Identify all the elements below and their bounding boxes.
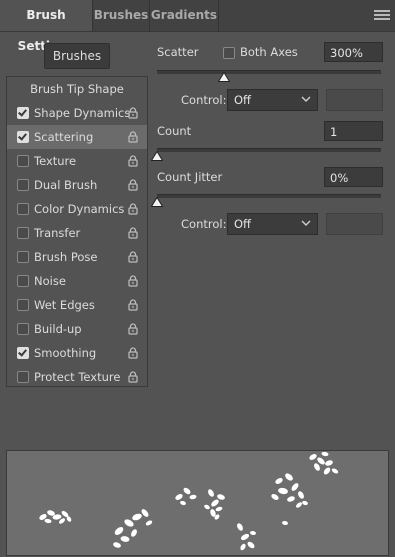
- option-label: Scattering: [34, 130, 94, 144]
- option-label: Wet Edges: [34, 298, 95, 312]
- brush-tip-shape-label: Brush Tip Shape: [30, 82, 124, 96]
- option-item[interactable]: Shape Dynamics: [7, 101, 147, 125]
- option-checkbox[interactable]: [17, 299, 29, 311]
- tab-bar: Brush Settings Brushes Gradients: [0, 0, 395, 53]
- option-checkbox[interactable]: [17, 203, 29, 215]
- lock-icon[interactable]: [128, 203, 138, 215]
- scattered-stroke-preview: [39, 451, 339, 551]
- lock-icon[interactable]: [128, 323, 138, 335]
- stroke-dabs: [39, 451, 339, 551]
- count-jitter-value-field[interactable]: 0%: [324, 167, 383, 187]
- option-label: Build-up: [34, 322, 82, 336]
- option-checkbox[interactable]: [17, 371, 29, 383]
- count-jitter-control-value: Off: [234, 217, 251, 231]
- chevron-down-icon: [301, 220, 311, 226]
- count-jitter-control-label: Control:: [181, 217, 227, 231]
- option-label: Smoothing: [34, 346, 97, 360]
- tab-divider: [218, 0, 219, 31]
- option-label: Texture: [34, 154, 77, 168]
- lock-icon[interactable]: [128, 251, 138, 263]
- option-item[interactable]: Color Dynamics: [7, 197, 147, 221]
- option-item[interactable]: Transfer: [7, 221, 147, 245]
- option-item[interactable]: Protect Texture: [7, 365, 147, 389]
- lock-icon[interactable]: [128, 227, 138, 239]
- count-slider-thumb[interactable]: [151, 151, 163, 161]
- option-item[interactable]: Brush Pose: [7, 245, 147, 269]
- scatter-slider-track[interactable]: [157, 70, 381, 74]
- tab-brush-settings[interactable]: Brush Settings: [0, 0, 92, 53]
- scatter-slider-thumb[interactable]: [218, 72, 231, 82]
- option-label: Brush Pose: [34, 250, 98, 264]
- scatter-label: Scatter: [157, 45, 199, 59]
- count-slider-track[interactable]: [157, 148, 381, 152]
- brush-options-list: Brush Tip Shape Shape Dynamics Scattering…: [6, 76, 148, 387]
- option-checkbox[interactable]: [17, 131, 29, 143]
- option-item[interactable]: Dual Brush: [7, 173, 147, 197]
- lock-icon[interactable]: [128, 299, 138, 311]
- option-item[interactable]: Noise: [7, 269, 147, 293]
- hamburger-menu-icon[interactable]: [374, 10, 390, 22]
- lock-icon[interactable]: [128, 131, 138, 143]
- scatter-control-label: Control:: [181, 93, 227, 107]
- brushes-button[interactable]: Brushes: [44, 43, 110, 69]
- option-checkbox[interactable]: [17, 251, 29, 263]
- chevron-down-icon: [301, 96, 311, 102]
- option-checkbox[interactable]: [17, 227, 29, 239]
- count-label: Count: [157, 124, 192, 138]
- option-label: Protect Texture: [34, 370, 121, 384]
- option-label: Noise: [34, 274, 66, 288]
- tab-gradients[interactable]: Gradients: [150, 0, 218, 31]
- lock-icon[interactable]: [128, 155, 138, 167]
- both-axes-label: Both Axes: [240, 45, 298, 59]
- option-checkbox[interactable]: [17, 323, 29, 335]
- lock-icon[interactable]: [128, 107, 138, 119]
- brush-stroke-preview: [6, 450, 389, 556]
- lock-icon[interactable]: [128, 179, 138, 191]
- count-jitter-control-amount-field: [326, 213, 383, 235]
- tab-brushes[interactable]: Brushes: [93, 0, 149, 31]
- scatter-control-amount-field: [326, 89, 383, 111]
- lock-icon[interactable]: [128, 371, 138, 383]
- option-label: Shape Dynamics: [34, 106, 131, 120]
- brush-tip-shape-item[interactable]: Brush Tip Shape: [7, 77, 147, 101]
- option-item[interactable]: Smoothing: [7, 341, 147, 365]
- option-checkbox[interactable]: [17, 155, 29, 167]
- lock-icon[interactable]: [128, 347, 138, 359]
- option-item[interactable]: Build-up: [7, 317, 147, 341]
- lock-icon[interactable]: [128, 275, 138, 287]
- option-label: Color Dynamics: [34, 202, 125, 216]
- option-item[interactable]: Texture: [7, 149, 147, 173]
- option-item[interactable]: Scattering: [7, 125, 147, 149]
- option-checkbox[interactable]: [17, 347, 29, 359]
- count-jitter-slider-track[interactable]: [157, 194, 381, 198]
- option-label: Transfer: [34, 226, 81, 240]
- scatter-value-field[interactable]: 300%: [324, 42, 383, 62]
- both-axes-checkbox[interactable]: [223, 47, 235, 59]
- option-checkbox[interactable]: [17, 179, 29, 191]
- option-item[interactable]: Wet Edges: [7, 293, 147, 317]
- scatter-control-value: Off: [234, 93, 251, 107]
- option-label: Dual Brush: [34, 178, 98, 192]
- option-checkbox[interactable]: [17, 107, 29, 119]
- count-jitter-slider-thumb[interactable]: [151, 197, 163, 207]
- count-jitter-control-select[interactable]: Off: [227, 213, 318, 235]
- option-checkbox[interactable]: [17, 275, 29, 287]
- count-value-field[interactable]: 1: [324, 121, 383, 141]
- scatter-control-select[interactable]: Off: [227, 89, 318, 111]
- count-jitter-label: Count Jitter: [157, 170, 223, 184]
